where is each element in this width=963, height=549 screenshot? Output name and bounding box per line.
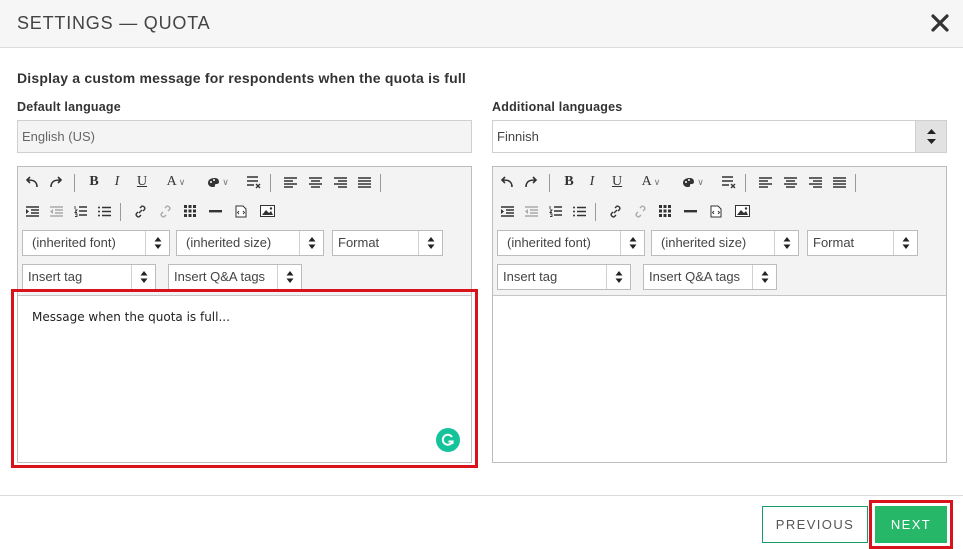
redo-icon[interactable] xyxy=(46,172,66,192)
toolbar-separator xyxy=(120,203,121,221)
format-select[interactable]: Format xyxy=(807,230,918,256)
bullet-list-icon[interactable] xyxy=(569,201,589,221)
indent-icon[interactable] xyxy=(521,201,541,221)
format-select[interactable]: Format xyxy=(332,230,443,256)
highlight-editor-box xyxy=(11,289,478,468)
dialog-title: SETTINGS — QUOTA xyxy=(17,13,211,33)
select-arrows-icon xyxy=(606,265,630,289)
section-heading: Display a custom message for respondents… xyxy=(17,70,467,86)
font-size-select[interactable]: (inherited size) xyxy=(651,230,799,256)
insert-tag-value: Insert tag xyxy=(28,269,83,284)
undo-icon[interactable] xyxy=(497,172,517,192)
align-left-icon[interactable] xyxy=(280,172,300,192)
select-arrows-icon xyxy=(620,231,644,255)
clear-format-icon[interactable] xyxy=(719,172,739,192)
align-center-icon[interactable] xyxy=(305,172,325,192)
bold-icon[interactable]: B xyxy=(559,172,579,192)
insert-tag-value: Insert tag xyxy=(503,269,558,284)
default-language-field: English (US) xyxy=(17,120,472,153)
link-icon[interactable] xyxy=(130,201,150,221)
justify-icon[interactable] xyxy=(354,172,374,192)
undo-icon[interactable] xyxy=(22,172,42,192)
toolbar-separator xyxy=(745,174,746,192)
message-text-area-additional[interactable] xyxy=(493,295,946,462)
horizontal-rule-icon[interactable] xyxy=(205,201,225,221)
font-family-select[interactable]: (inherited font) xyxy=(22,230,170,256)
outdent-icon[interactable] xyxy=(22,201,42,221)
numbered-list-icon[interactable] xyxy=(545,201,565,221)
select-arrows-icon xyxy=(774,231,798,255)
font-family-value: (inherited font) xyxy=(507,235,591,250)
insert-qa-tags-select[interactable]: Insert Q&A tags xyxy=(168,264,302,290)
horizontal-rule-icon[interactable] xyxy=(680,201,700,221)
select-arrows-icon xyxy=(915,121,946,152)
italic-icon[interactable]: I xyxy=(582,172,602,192)
font-family-select[interactable]: (inherited font) xyxy=(497,230,645,256)
toolbar-separator xyxy=(74,174,75,192)
select-arrows-icon xyxy=(131,265,155,289)
select-arrows-icon xyxy=(145,231,169,255)
link-icon[interactable] xyxy=(605,201,625,221)
highlight-next-box xyxy=(869,500,953,549)
text-color-icon[interactable]: A ∨ xyxy=(637,172,665,192)
unlink-icon[interactable] xyxy=(155,201,175,221)
select-arrows-icon xyxy=(752,265,776,289)
align-left-icon[interactable] xyxy=(755,172,775,192)
background-color-icon[interactable]: ∨ xyxy=(679,172,707,192)
font-family-value: (inherited font) xyxy=(32,235,116,250)
align-right-icon[interactable] xyxy=(805,172,825,192)
numbered-list-icon[interactable] xyxy=(70,201,90,221)
toolbar-separator xyxy=(855,174,856,192)
additional-languages-label: Additional languages xyxy=(492,100,623,114)
insert-qa-tags-value: Insert Q&A tags xyxy=(174,269,266,284)
previous-button[interactable]: PREVIOUS xyxy=(762,506,868,543)
image-icon[interactable] xyxy=(257,201,277,221)
select-arrows-icon xyxy=(299,231,323,255)
dialog-header: SETTINGS — QUOTA xyxy=(0,0,963,48)
additional-language-value: Finnish xyxy=(497,129,539,144)
table-icon[interactable] xyxy=(180,201,200,221)
source-icon[interactable] xyxy=(706,201,726,221)
justify-icon[interactable] xyxy=(829,172,849,192)
select-arrows-icon xyxy=(277,265,301,289)
editor-additional-language: B I U A ∨ ∨ (inherited font) (inherited s… xyxy=(492,166,947,463)
font-size-select[interactable]: (inherited size) xyxy=(176,230,324,256)
text-color-icon[interactable]: A ∨ xyxy=(162,172,190,192)
align-center-icon[interactable] xyxy=(780,172,800,192)
select-arrows-icon xyxy=(893,231,917,255)
toolbar-separator xyxy=(380,174,381,192)
redo-icon[interactable] xyxy=(521,172,541,192)
insert-qa-tags-value: Insert Q&A tags xyxy=(649,269,741,284)
toolbar-separator xyxy=(595,203,596,221)
indent-icon[interactable] xyxy=(46,201,66,221)
default-language-label: Default language xyxy=(17,100,121,114)
font-size-value: (inherited size) xyxy=(186,235,272,250)
source-icon[interactable] xyxy=(231,201,251,221)
insert-tag-select[interactable]: Insert tag xyxy=(22,264,156,290)
align-right-icon[interactable] xyxy=(330,172,350,192)
bullet-list-icon[interactable] xyxy=(94,201,114,221)
table-icon[interactable] xyxy=(655,201,675,221)
format-value: Format xyxy=(338,235,380,250)
close-icon[interactable] xyxy=(928,10,952,36)
background-color-icon[interactable]: ∨ xyxy=(204,172,232,192)
outdent-icon[interactable] xyxy=(497,201,517,221)
insert-qa-tags-select[interactable]: Insert Q&A tags xyxy=(643,264,777,290)
select-arrows-icon xyxy=(418,231,442,255)
underline-icon[interactable]: U xyxy=(607,172,627,192)
toolbar-separator xyxy=(270,174,271,192)
insert-tag-select[interactable]: Insert tag xyxy=(497,264,631,290)
image-icon[interactable] xyxy=(732,201,752,221)
italic-icon[interactable]: I xyxy=(107,172,127,192)
underline-icon[interactable]: U xyxy=(132,172,152,192)
unlink-icon[interactable] xyxy=(630,201,650,221)
format-value: Format xyxy=(813,235,855,250)
font-size-value: (inherited size) xyxy=(661,235,747,250)
additional-language-select[interactable]: Finnish xyxy=(492,120,947,153)
clear-format-icon[interactable] xyxy=(244,172,264,192)
bold-icon[interactable]: B xyxy=(84,172,104,192)
toolbar-separator xyxy=(549,174,550,192)
footer-divider xyxy=(0,495,963,496)
